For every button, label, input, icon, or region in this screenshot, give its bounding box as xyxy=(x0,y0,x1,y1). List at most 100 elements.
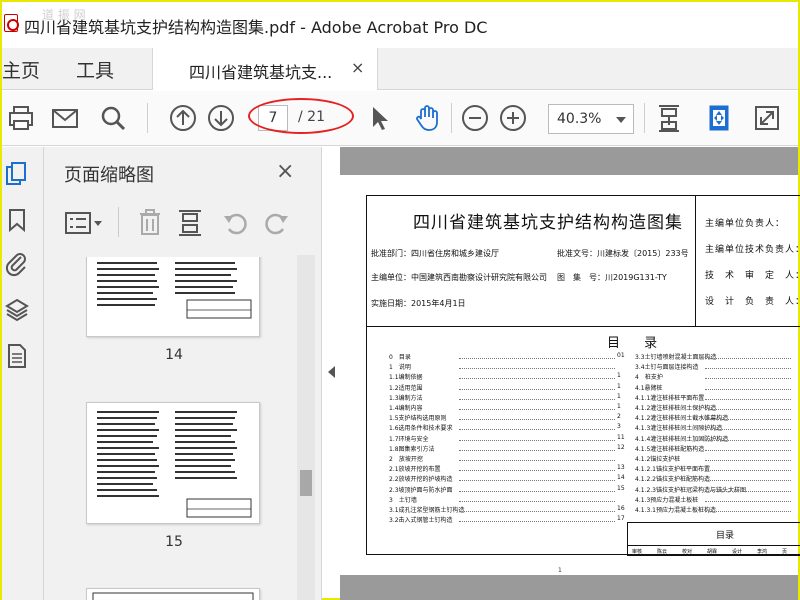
page-up-icon[interactable] xyxy=(168,103,198,133)
approval-no: 批准文号：川建标发〔2015〕233号 xyxy=(557,249,689,258)
toc-leader-dots xyxy=(705,409,791,410)
toc-entry: 2 放坡开挖 xyxy=(389,456,423,463)
toc-entry: 2.3坡顶护面与防水护面 xyxy=(389,486,453,494)
options-menu-icon[interactable] xyxy=(64,209,106,237)
zoom-in-icon[interactable] xyxy=(498,103,528,133)
scroll-mode-icon[interactable] xyxy=(654,103,684,133)
toc-leader-dots xyxy=(705,460,791,461)
toc-leader-dots xyxy=(459,358,615,359)
zoom-out-icon[interactable] xyxy=(460,103,490,133)
toc-entry: 4.1.2锚拉支护桩 xyxy=(635,456,681,463)
toc-leader-dots xyxy=(705,388,791,390)
toc-page-number: 14 xyxy=(617,474,625,482)
toc-leader-dots xyxy=(705,511,791,512)
toc-entry: 3.3土钉墙喷射混凝土面层构造 xyxy=(635,354,717,361)
delete-page-icon[interactable] xyxy=(136,207,164,237)
acrobat-app-icon xyxy=(4,14,19,32)
title-block-signatures: 审核 陈云 校对 胡霖 设计 李鸿 页 xyxy=(628,545,800,557)
toc-entry: 1.6选用条件和技术要求 xyxy=(389,425,453,433)
chevron-down-icon xyxy=(616,117,626,123)
header-divider xyxy=(695,196,696,326)
page-thumbnail-16[interactable] xyxy=(86,588,260,600)
toc-leader-dots xyxy=(459,378,615,380)
toc-leader-dots xyxy=(705,358,791,359)
thumbnail-scrollbar[interactable] xyxy=(297,255,315,600)
scrollbar-thumb[interactable] xyxy=(300,470,312,496)
thumbnail-label-14: 14 xyxy=(165,347,183,363)
document-icon[interactable] xyxy=(4,343,30,369)
toc-leader-dots xyxy=(705,429,791,431)
toc-entry: 2.1放坡开挖的布置 xyxy=(389,466,441,474)
toc-entry: 3.4土钉与面层连接构造 xyxy=(635,364,699,372)
document-tab[interactable]: 四川省建筑基坑支... × xyxy=(152,48,378,90)
fullscreen-icon[interactable] xyxy=(752,103,782,133)
toc-leader-dots xyxy=(459,460,615,461)
close-tab-icon[interactable]: × xyxy=(351,58,364,77)
fit-page-icon[interactable] xyxy=(704,103,734,133)
toc-page-number: 1 xyxy=(617,403,621,410)
toolbar-separator xyxy=(644,103,645,133)
page-thumbnails-icon[interactable] xyxy=(4,161,30,187)
toc-leader-dots xyxy=(459,429,615,431)
attachments-icon[interactable] xyxy=(4,251,30,277)
toc-entry: 1.5支护结构选用原则 xyxy=(389,415,447,423)
panel-toolbar xyxy=(64,205,304,241)
toc-page-number: 11 xyxy=(617,433,625,441)
thumbnail-list[interactable]: 14 15 xyxy=(44,257,322,600)
toc-leader-dots xyxy=(459,470,615,472)
toc-page-number: 16 xyxy=(617,505,625,512)
toc-entry: 1.4编制内容 xyxy=(389,405,423,412)
right-label-1: 主编单位负责人： xyxy=(705,219,786,229)
toc-leader-dots xyxy=(459,490,615,492)
close-panel-icon[interactable]: × xyxy=(276,159,294,184)
select-cursor-icon[interactable] xyxy=(364,103,394,133)
toc-leader-dots xyxy=(459,521,615,523)
page-number: 1 xyxy=(558,567,562,574)
email-icon[interactable] xyxy=(50,103,80,133)
rotate-right-icon[interactable] xyxy=(262,209,290,237)
right-label-2: 主编单位技术负责人： xyxy=(705,245,800,255)
toc-title: 目 录 xyxy=(607,336,668,351)
toc-entry: 1.8图集索引方法 xyxy=(389,445,435,453)
menu-home[interactable]: 主页 xyxy=(2,56,40,83)
navigation-rail xyxy=(2,147,44,600)
title-bar: 道 振 网 四川省建筑基坑支护结构构造图集.pdf - Adobe Acroba… xyxy=(2,2,798,48)
toc-leader-dots xyxy=(459,419,615,421)
toc-entry: 4.1.2.1锚拉支护桩平面布置 xyxy=(635,466,710,474)
tab-row: 主页 工具 四川省建筑基坑支... × xyxy=(2,48,798,90)
toc-entry: 1.1编制依据 xyxy=(389,374,423,382)
toc-entry: 4.1.2.2锚拉支护桩配筋构造 xyxy=(635,476,710,484)
thumbnail-page-content xyxy=(97,262,252,319)
toc-page-number: 12 xyxy=(617,443,625,451)
window-title: 四川省建筑基坑支护结构构造图集.pdf - Adobe Acrobat Pro … xyxy=(24,18,488,37)
document-view[interactable]: 四川省建筑基坑支护结构构造图集 批准部门：四川省住房和城乡建设厅 批准文号：川建… xyxy=(340,147,800,600)
print-icon[interactable] xyxy=(6,103,36,133)
toc-entry: 1 说明 xyxy=(389,364,411,372)
rotate-left-icon[interactable] xyxy=(222,209,250,237)
toc-leader-dots xyxy=(705,419,791,421)
layers-icon[interactable] xyxy=(4,297,30,323)
toc-entry: 3.2击入式钢管土钉构造 xyxy=(389,517,453,525)
insert-page-icon[interactable] xyxy=(176,207,204,237)
menu-tools[interactable]: 工具 xyxy=(76,56,114,83)
page-thumbnail-15[interactable] xyxy=(86,402,260,524)
toc-leader-dots xyxy=(705,449,791,451)
page-thumbnail-14[interactable] xyxy=(86,257,260,337)
hand-tool-icon[interactable] xyxy=(412,103,442,133)
zoom-level-select[interactable]: 40.3% xyxy=(548,104,634,134)
bookmarks-icon[interactable] xyxy=(4,207,30,233)
approval-dept: 批准部门：四川省住房和城乡建设厅 xyxy=(371,249,499,258)
toc-entry: 4.1.2.3锚拉支护桩冠梁构造与锚头大样图 xyxy=(635,486,746,494)
collapse-panel-icon[interactable] xyxy=(328,366,335,378)
toc-leader-dots xyxy=(705,480,791,482)
page-down-icon[interactable] xyxy=(206,103,236,133)
search-icon[interactable] xyxy=(98,103,128,133)
toolbar-separator xyxy=(147,103,148,133)
title-block: 目录 审核 陈云 校对 胡霖 设计 李鸿 页 xyxy=(627,522,800,556)
title-block-label: 目录 xyxy=(716,531,735,541)
drawing-frame: 四川省建筑基坑支护结构构造图集 批准部门：四川省住房和城乡建设厅 批准文号：川建… xyxy=(366,195,800,556)
toc-page-number: 15 xyxy=(617,484,625,492)
zoom-level-value: 40.3% xyxy=(557,111,602,127)
toc-entry: 4.1.4灌注桩排桩间土加固防护构造 xyxy=(635,435,729,443)
thumbnail-label-15: 15 xyxy=(165,534,183,550)
